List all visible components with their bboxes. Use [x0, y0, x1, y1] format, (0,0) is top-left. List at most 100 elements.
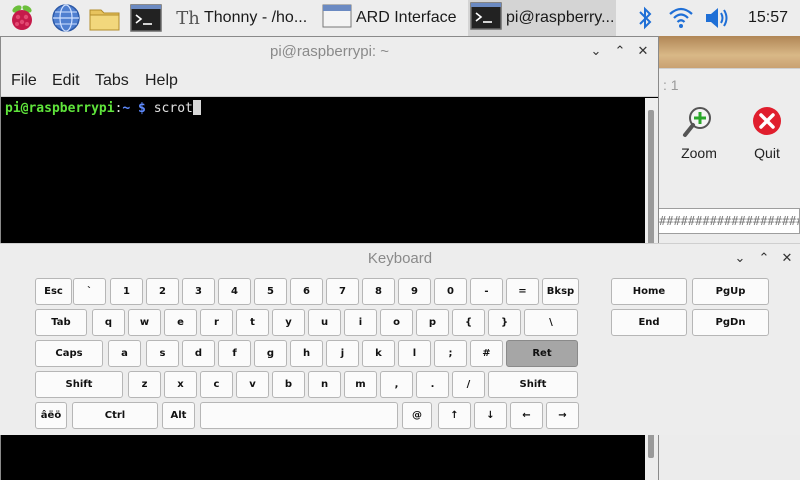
key-o[interactable]: o — [380, 309, 413, 336]
menu-file[interactable]: File — [11, 72, 37, 90]
key-8[interactable]: 8 — [362, 278, 395, 305]
keyboard-maximize-button[interactable]: ⌃ — [754, 249, 774, 269]
key-c[interactable]: c — [200, 371, 233, 398]
key-h[interactable]: h — [290, 340, 323, 367]
minimize-button[interactable]: ⌄ — [586, 42, 606, 62]
key-tab[interactable]: Tab — [35, 309, 87, 336]
close-button[interactable]: ✕ — [633, 42, 653, 62]
key-space[interactable] — [200, 402, 398, 429]
key-6[interactable]: 6 — [290, 278, 323, 305]
key-esc[interactable]: Esc — [35, 278, 72, 305]
key-right-brace[interactable]: } — [488, 309, 521, 336]
key-1[interactable]: 1 — [110, 278, 143, 305]
key-g[interactable]: g — [254, 340, 287, 367]
key-2[interactable]: 2 — [146, 278, 179, 305]
key-pgup[interactable]: PgUp — [692, 278, 769, 305]
key-d[interactable]: d — [182, 340, 215, 367]
key-q[interactable]: q — [92, 309, 125, 336]
wifi-icon[interactable] — [668, 5, 694, 37]
key-slash[interactable]: / — [452, 371, 485, 398]
key-0[interactable]: 0 — [434, 278, 467, 305]
menu-edit[interactable]: Edit — [52, 72, 80, 90]
key-a[interactable]: a — [108, 340, 141, 367]
key-e[interactable]: e — [164, 309, 197, 336]
key-t[interactable]: t — [236, 309, 269, 336]
key-minus[interactable]: - — [470, 278, 503, 305]
command-text: scrot — [145, 101, 193, 116]
key-accents[interactable]: âëö — [35, 402, 67, 429]
key-m[interactable]: m — [344, 371, 377, 398]
key-3[interactable]: 3 — [182, 278, 215, 305]
key-x[interactable]: x — [164, 371, 197, 398]
raspberry-menu-icon[interactable] — [6, 2, 38, 34]
key-arrow-left[interactable]: ← — [510, 402, 543, 429]
keyboard-titlebar[interactable]: Keyboard ⌄ ⌃ ✕ — [0, 244, 800, 274]
key-u[interactable]: u — [308, 309, 341, 336]
file-manager-icon[interactable] — [88, 2, 120, 34]
key-backtick[interactable]: ` — [73, 278, 106, 305]
key-w[interactable]: w — [128, 309, 161, 336]
volume-icon[interactable] — [704, 5, 732, 37]
key-bksp[interactable]: Bksp — [542, 278, 579, 305]
menu-help[interactable]: Help — [145, 72, 178, 90]
key-l[interactable]: l — [398, 340, 431, 367]
key-v[interactable]: v — [236, 371, 269, 398]
key-home[interactable]: Home — [611, 278, 687, 305]
prompt-user: pi@raspberrypi — [5, 101, 115, 116]
key-i[interactable]: i — [344, 309, 377, 336]
keyboard-minimize-button[interactable]: ⌄ — [730, 249, 750, 269]
key-5[interactable]: 5 — [254, 278, 287, 305]
key-ctrl[interactable]: Ctrl — [72, 402, 158, 429]
key-k[interactable]: k — [362, 340, 395, 367]
terminal-launcher-icon[interactable] — [130, 2, 162, 34]
key-s[interactable]: s — [146, 340, 179, 367]
key-period[interactable]: . — [416, 371, 449, 398]
key-shift[interactable]: Shift — [35, 371, 123, 398]
key-ret[interactable]: Ret — [506, 340, 578, 367]
menu-tabs[interactable]: Tabs — [95, 72, 129, 90]
web-browser-icon[interactable] — [50, 2, 82, 34]
key-n[interactable]: n — [308, 371, 341, 398]
key-arrow-right[interactable]: → — [546, 402, 579, 429]
key-semicolon[interactable]: ; — [434, 340, 467, 367]
keyboard-close-button[interactable]: ✕ — [777, 249, 797, 269]
key-backslash[interactable]: \ — [524, 309, 578, 336]
key-end[interactable]: End — [611, 309, 687, 336]
key-shift-right[interactable]: Shift — [488, 371, 578, 398]
text-field[interactable]: ########################## — [658, 208, 800, 234]
keyboard-keys: Esc ` 1 2 3 4 5 6 7 8 9 0- = Bksp Tab q w e r t y u i o p{} \ Caps… — [0, 274, 800, 436]
key-p[interactable]: p — [416, 309, 449, 336]
key-r[interactable]: r — [200, 309, 233, 336]
terminal-menubar: File Edit Tabs Help — [1, 67, 658, 97]
key-caps[interactable]: Caps — [35, 340, 103, 367]
clock[interactable]: 15:57 — [748, 0, 788, 36]
key-at[interactable]: @ — [402, 402, 432, 429]
bluetooth-icon[interactable] — [636, 4, 654, 36]
key-4[interactable]: 4 — [218, 278, 251, 305]
key-pgdn[interactable]: PgDn — [692, 309, 769, 336]
maximize-button[interactable]: ⌃ — [610, 42, 630, 62]
key-y[interactable]: y — [272, 309, 305, 336]
key-comma[interactable]: , — [380, 371, 413, 398]
thonny-icon: Th — [176, 7, 200, 29]
task-ard-interface[interactable]: ARD Interface — [322, 0, 468, 36]
key-arrow-down[interactable]: ↓ — [474, 402, 507, 429]
key-7[interactable]: 7 — [326, 278, 359, 305]
key-hash[interactable]: # — [470, 340, 503, 367]
zoom-button[interactable]: Zoom — [671, 105, 727, 161]
task-terminal[interactable]: pi@raspberry... — [468, 0, 616, 36]
key-equals[interactable]: = — [506, 278, 539, 305]
key-j[interactable]: j — [326, 340, 359, 367]
key-z[interactable]: z — [128, 371, 161, 398]
key-left-brace[interactable]: { — [452, 309, 485, 336]
key-f[interactable]: f — [218, 340, 251, 367]
quit-button[interactable]: Quit — [739, 105, 795, 161]
terminal-title: pi@raspberrypi: ~ — [269, 43, 390, 60]
task-thonny[interactable]: Th Thonny - /ho... — [176, 0, 320, 36]
terminal-titlebar[interactable]: pi@raspberrypi: ~ ⌄ ⌃ ✕ — [1, 37, 658, 67]
key-alt[interactable]: Alt — [162, 402, 195, 429]
key-arrow-up[interactable]: ↑ — [438, 402, 471, 429]
key-9[interactable]: 9 — [398, 278, 431, 305]
scrollbar-thumb-lower[interactable] — [648, 433, 654, 458]
key-b[interactable]: b — [272, 371, 305, 398]
